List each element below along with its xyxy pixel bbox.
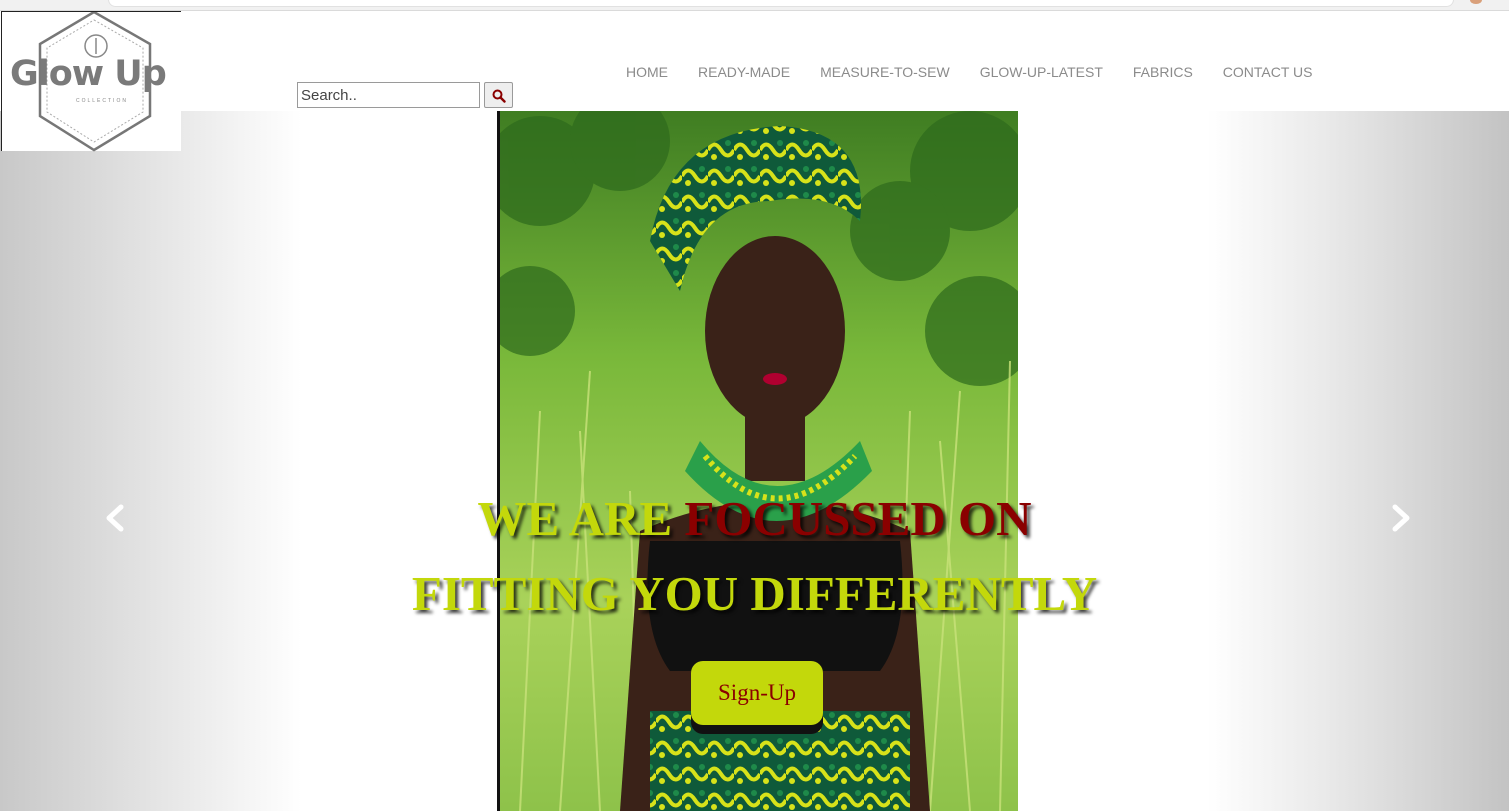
nav-glow-up-latest[interactable]: GLOW-UP-LATEST xyxy=(965,63,1118,83)
nav-ready-made[interactable]: READY-MADE xyxy=(683,63,805,83)
nav-home[interactable]: HOME xyxy=(611,63,683,83)
search-input[interactable] xyxy=(297,82,480,108)
browser-top-strip xyxy=(0,0,1509,11)
hero-line-2: FITTING YOU DIFFERENTLY xyxy=(411,566,1098,621)
hero-carousel: WE ARE FOCUSSED ON FITTING YOU DIFFERENT… xyxy=(0,111,1509,811)
chevron-left-icon xyxy=(97,504,137,539)
site-header: HOME READY-MADE MEASURE-TO-SEW GLOW-UP-L… xyxy=(0,11,1509,111)
chevron-right-icon xyxy=(1381,504,1421,539)
logo-text: Glow Up xyxy=(10,54,167,94)
nav-measure-to-sew[interactable]: MEASURE-TO-SEW xyxy=(805,63,965,83)
carousel-prev-button[interactable] xyxy=(97,501,137,535)
main-nav: HOME READY-MADE MEASURE-TO-SEW GLOW-UP-L… xyxy=(611,63,1328,83)
signup-button[interactable]: Sign-Up xyxy=(691,661,823,725)
search-button[interactable] xyxy=(484,82,513,108)
nav-contact-us[interactable]: CONTACT US xyxy=(1208,63,1328,83)
site-logo[interactable]: Glow Up COLLECTION xyxy=(1,11,181,152)
hero-line-1: WE ARE FOCUSSED ON xyxy=(0,481,1509,556)
hero-line-1-part-1: WE ARE xyxy=(477,491,685,546)
extension-icon[interactable] xyxy=(1470,0,1482,4)
hero-caption: WE ARE FOCUSSED ON FITTING YOU DIFFERENT… xyxy=(0,481,1509,631)
nav-fabrics[interactable]: FABRICS xyxy=(1118,63,1208,83)
hero-line-1-part-2: FOCUSSED ON xyxy=(684,491,1032,546)
carousel-next-button[interactable] xyxy=(1381,501,1421,535)
logo-subtext: COLLECTION xyxy=(76,98,128,104)
address-bar[interactable] xyxy=(108,0,1454,7)
